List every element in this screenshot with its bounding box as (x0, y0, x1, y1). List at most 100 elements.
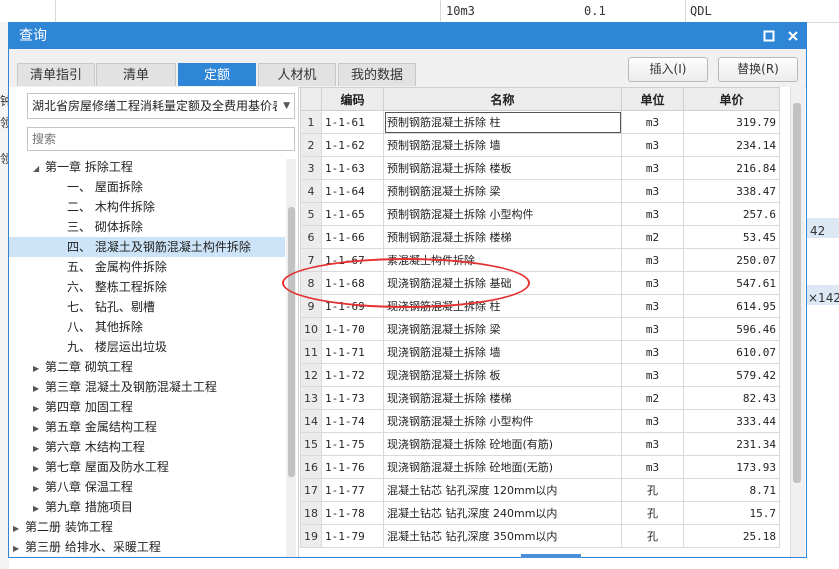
cell-price[interactable]: 231.34 (683, 432, 780, 456)
tree-item[interactable]: 六、 整栋工程拆除 (9, 277, 285, 297)
cell-code[interactable]: 1-1-74 (321, 409, 384, 433)
cell-price[interactable]: 173.93 (683, 455, 780, 479)
collapsed-arrow-icon[interactable]: ▶ (33, 459, 45, 479)
row-number[interactable]: 3 (300, 156, 322, 180)
cell-unit[interactable]: m3 (621, 317, 684, 341)
table-row[interactable]: 15 1-1-75 现浇钢筋混凝土拆除 砼地面(有筋) m3 231.34 (300, 432, 780, 456)
cell-price[interactable]: 82.43 (683, 386, 780, 410)
cell-unit[interactable]: m2 (621, 386, 684, 410)
cell-name[interactable]: 现浇钢筋混凝土拆除 砼地面(有筋) (383, 432, 622, 456)
tree-item[interactable]: 五、 金属构件拆除 (9, 257, 285, 277)
cell-unit[interactable]: m3 (621, 363, 684, 387)
tree-item[interactable]: ▶ 第九章 措施项目 (9, 497, 285, 517)
tree-item[interactable]: 二、 木构件拆除 (9, 197, 285, 217)
row-number[interactable]: 13 (300, 386, 322, 410)
table-row[interactable]: 11 1-1-71 现浇钢筋混凝土拆除 墙 m3 610.07 (300, 340, 780, 364)
cell-code[interactable]: 1-1-73 (321, 386, 384, 410)
header-name[interactable]: 名称 (383, 87, 622, 111)
cell-name[interactable]: 预制钢筋混凝土拆除 小型构件 (383, 202, 622, 226)
tree-item[interactable]: ▶ 第四章 加固工程 (9, 397, 285, 417)
row-number[interactable]: 5 (300, 202, 322, 226)
tree-item[interactable]: 九、 楼层运出垃圾 (9, 337, 285, 357)
cell-unit[interactable]: m3 (621, 294, 684, 318)
cell-unit[interactable]: 孔 (621, 478, 684, 502)
cell-code[interactable]: 1-1-66 (321, 225, 384, 249)
table-row[interactable]: 6 1-1-66 预制钢筋混凝土拆除 楼梯 m2 53.45 (300, 225, 780, 249)
collapsed-arrow-icon[interactable]: ▶ (13, 519, 25, 539)
replace-button[interactable]: 替换(R) (718, 57, 798, 82)
table-row[interactable]: 12 1-1-72 现浇钢筋混凝土拆除 板 m3 579.42 (300, 363, 780, 387)
insert-button[interactable]: 插入(I) (628, 57, 708, 82)
tab-quota[interactable]: 定额 (178, 63, 256, 86)
cell-name[interactable]: 混凝土钻芯 钻孔深度 350mm以内 (383, 524, 622, 548)
cell-name[interactable]: 混凝土钻芯 钻孔深度 120mm以内 (383, 478, 622, 502)
cell-price[interactable]: 338.47 (683, 179, 780, 203)
cell-code[interactable]: 1-1-63 (321, 156, 384, 180)
cell-unit[interactable]: m3 (621, 248, 684, 272)
collapsed-arrow-icon[interactable]: ▶ (33, 399, 45, 419)
header-code[interactable]: 编码 (321, 87, 384, 111)
tree-item[interactable]: ▶ 第六章 木结构工程 (9, 437, 285, 457)
cell-name[interactable]: 现浇钢筋混凝土拆除 基础 (383, 271, 622, 295)
row-number[interactable]: 1 (300, 110, 322, 134)
tab-labor-material-machine[interactable]: 人材机 (258, 63, 336, 86)
cell-unit[interactable]: m3 (621, 340, 684, 364)
cell-code[interactable]: 1-1-79 (321, 524, 384, 548)
header-unit[interactable]: 单位 (621, 87, 684, 111)
row-number[interactable]: 6 (300, 225, 322, 249)
cell-unit[interactable]: m3 (621, 133, 684, 157)
cell-name[interactable]: 现浇钢筋混凝土拆除 砼地面(无筋) (383, 455, 622, 479)
cell-unit[interactable]: m3 (621, 455, 684, 479)
cell-price[interactable]: 250.07 (683, 248, 780, 272)
cell-code[interactable]: 1-1-70 (321, 317, 384, 341)
cell-unit[interactable]: m3 (621, 409, 684, 433)
collapsed-arrow-icon[interactable]: ▶ (33, 359, 45, 379)
table-row[interactable]: 4 1-1-64 预制钢筋混凝土拆除 梁 m3 338.47 (300, 179, 780, 203)
tab-bill[interactable]: 清单 (96, 63, 176, 86)
cell-code[interactable]: 1-1-78 (321, 501, 384, 525)
tree-item[interactable]: ▶ 第三册 给排水、采暖工程 (9, 537, 285, 557)
row-number[interactable]: 2 (300, 133, 322, 157)
table-row[interactable]: 18 1-1-78 混凝土钻芯 钻孔深度 240mm以内孔 15.7 (300, 501, 780, 525)
cell-price[interactable]: 614.95 (683, 294, 780, 318)
cell-unit[interactable]: m3 (621, 271, 684, 295)
cell-name[interactable]: 现浇钢筋混凝土拆除 柱 (383, 294, 622, 318)
table-row[interactable]: 13 1-1-73 现浇钢筋混凝土拆除 楼梯 m2 82.43 (300, 386, 780, 410)
table-row[interactable]: 17 1-1-77 混凝土钻芯 钻孔深度 120mm以内孔 8.71 (300, 478, 780, 502)
cell-price[interactable]: 8.71 (683, 478, 780, 502)
cell-price[interactable]: 547.61 (683, 271, 780, 295)
cell-code[interactable]: 1-1-65 (321, 202, 384, 226)
dialog-titlebar[interactable]: 查询 (9, 23, 806, 49)
header-price[interactable]: 单价 (683, 87, 780, 111)
collapsed-arrow-icon[interactable]: ▶ (33, 499, 45, 519)
tree-item[interactable]: ◢ 第一章 拆除工程 (9, 157, 285, 177)
tree-item[interactable]: ▶ 第八章 保温工程 (9, 477, 285, 497)
cell-code[interactable]: 1-1-61 (321, 110, 384, 134)
row-number[interactable]: 4 (300, 179, 322, 203)
expanded-arrow-icon[interactable]: ◢ (33, 159, 45, 179)
tree-item[interactable]: ▶ 第五章 金属结构工程 (9, 417, 285, 437)
cell-unit[interactable]: m3 (621, 110, 684, 134)
restore-icon[interactable] (759, 26, 779, 46)
cell-name[interactable]: 现浇钢筋混凝土拆除 板 (383, 363, 622, 387)
cell-price[interactable]: 333.44 (683, 409, 780, 433)
cell-price[interactable]: 234.14 (683, 133, 780, 157)
collapsed-arrow-icon[interactable]: ▶ (13, 539, 25, 557)
cell-code[interactable]: 1-1-62 (321, 133, 384, 157)
tab-my-data[interactable]: 我的数据 (338, 63, 416, 86)
table-row[interactable]: 10 1-1-70 现浇钢筋混凝土拆除 梁 m3 596.46 (300, 317, 780, 341)
cell-code[interactable]: 1-1-76 (321, 455, 384, 479)
table-row[interactable]: 14 1-1-74 现浇钢筋混凝土拆除 小型构件 m3 333.44 (300, 409, 780, 433)
row-number[interactable]: 8 (300, 271, 322, 295)
row-number[interactable]: 15 (300, 432, 322, 456)
table-row[interactable]: 9 1-1-69 现浇钢筋混凝土拆除 柱 m3 614.95 (300, 294, 780, 318)
tree-item[interactable]: 七、 钻孔、剔槽 (9, 297, 285, 317)
cell-unit[interactable]: 孔 (621, 524, 684, 548)
table-row[interactable]: 19 1-1-79 混凝土钻芯 钻孔深度 350mm以内孔 25.18 (300, 524, 780, 548)
tree-item[interactable]: 八、 其他拆除 (9, 317, 285, 337)
cell-name[interactable]: 预制钢筋混凝土拆除 柱 (383, 110, 622, 134)
tree-item[interactable]: ▶ 第三章 混凝土及钢筋混凝土工程 (9, 377, 285, 397)
cell-code[interactable]: 1-1-68 (321, 271, 384, 295)
row-number[interactable]: 19 (300, 524, 322, 548)
row-number[interactable]: 7 (300, 248, 322, 272)
